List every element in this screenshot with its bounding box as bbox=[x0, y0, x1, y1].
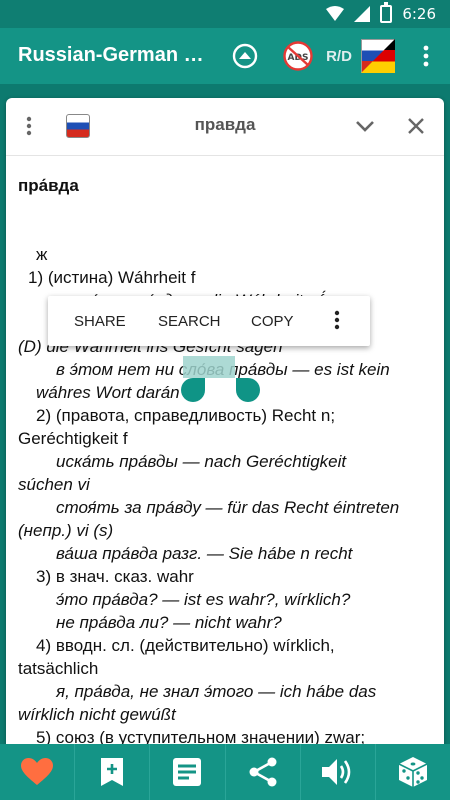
bookmark-add-icon bbox=[101, 758, 124, 786]
share-icon bbox=[249, 757, 277, 787]
heart-icon bbox=[21, 758, 54, 785]
entry-line: не пра́вда ли? — nicht wahr? bbox=[56, 613, 282, 632]
status-bar: 6:26 bbox=[0, 0, 450, 28]
entry-line: ва́ша пра́вда разг. — Sie hábe n recht bbox=[56, 544, 353, 563]
translation-card: правда пра́вда ж 1) (истина) Wáhrheit f … bbox=[6, 98, 444, 758]
article-button[interactable] bbox=[150, 744, 226, 800]
close-button[interactable] bbox=[406, 116, 426, 141]
clock: 6:26 bbox=[402, 5, 436, 23]
entry-line: 2) (правота, справедливость) Recht n; bbox=[36, 406, 336, 425]
random-word-button[interactable] bbox=[376, 744, 450, 800]
more-vert-icon bbox=[423, 45, 429, 67]
entry-line: я, пра́вда, не знал э́того — ich hábe da… bbox=[56, 682, 377, 701]
no-ads-icon: ADS bbox=[283, 41, 313, 71]
share-button[interactable] bbox=[226, 744, 301, 800]
volume-icon bbox=[321, 759, 351, 785]
selection-end-handle[interactable] bbox=[236, 378, 260, 402]
entry-line: wírklich nicht gewúßt bbox=[18, 705, 176, 724]
close-icon bbox=[408, 118, 424, 134]
ru-de-flag-icon bbox=[361, 39, 395, 73]
entry-headword: пра́вда bbox=[18, 176, 79, 195]
card-header: правда bbox=[6, 98, 444, 156]
more-options-button[interactable] bbox=[334, 310, 340, 334]
entry-line: ж bbox=[36, 245, 48, 264]
dice-icon bbox=[398, 757, 428, 787]
favorite-button[interactable] bbox=[0, 744, 76, 800]
dictionary-entry: пра́вда ж 1) (истина) Wáhrheit f сказа́т… bbox=[18, 174, 438, 749]
entry-line: 1) (истина) Wáhrheit f bbox=[28, 268, 196, 287]
app-bar: Russian-German dictionary ADS R/D bbox=[0, 28, 450, 84]
entry-line: Geréchtigkeit f bbox=[18, 429, 128, 448]
selection-start-handle[interactable] bbox=[181, 378, 205, 402]
article-icon bbox=[173, 758, 202, 786]
scroll-up-button[interactable] bbox=[228, 28, 262, 84]
entry-line: tatsächlich bbox=[18, 659, 99, 678]
signal-icon bbox=[354, 6, 371, 22]
rd-toggle[interactable]: R/D bbox=[324, 28, 354, 84]
entry-line: стоя́ть за пра́вду — für das Recht éintr… bbox=[56, 498, 400, 517]
entry-line: 4) вводн. сл. (действительно) wírklich, bbox=[36, 636, 335, 655]
overflow-menu-button[interactable] bbox=[414, 28, 438, 84]
entry-line: (непр.) vi (s) bbox=[18, 521, 114, 540]
arrow-up-circle-icon bbox=[232, 43, 258, 69]
card-title: правда bbox=[194, 115, 256, 134]
app-title: Russian-German dictionary bbox=[18, 44, 204, 66]
bottom-toolbar bbox=[0, 744, 450, 800]
entry-line: иска́ть пра́вды — nach Geréchtigkeit bbox=[56, 452, 347, 471]
wifi-icon bbox=[326, 6, 345, 21]
language-switch-button[interactable] bbox=[360, 28, 396, 84]
copy-selection-button[interactable]: COPY bbox=[251, 313, 294, 330]
no-ads-button[interactable]: ADS bbox=[280, 28, 316, 84]
search-selection-button[interactable]: SEARCH bbox=[158, 313, 221, 330]
entry-line: súchen vi bbox=[18, 475, 90, 494]
entry-line: э́то пра́вда? — ist es wahr?, wírklich? bbox=[56, 590, 351, 609]
text-selection-toolbar: SHARE SEARCH COPY bbox=[48, 296, 370, 346]
text-selection-highlight bbox=[183, 356, 235, 378]
add-bookmark-button[interactable] bbox=[75, 744, 151, 800]
pronounce-button[interactable] bbox=[301, 744, 376, 800]
entry-line: wáhres Wort darán bbox=[36, 383, 180, 402]
more-vert-icon bbox=[334, 310, 340, 330]
chevron-down-icon bbox=[356, 121, 374, 132]
collapse-button[interactable] bbox=[354, 116, 376, 141]
entry-line: 3) в знач. сказ. wahr bbox=[36, 567, 194, 586]
share-selection-button[interactable]: SHARE bbox=[74, 313, 126, 330]
battery-icon bbox=[380, 2, 393, 23]
